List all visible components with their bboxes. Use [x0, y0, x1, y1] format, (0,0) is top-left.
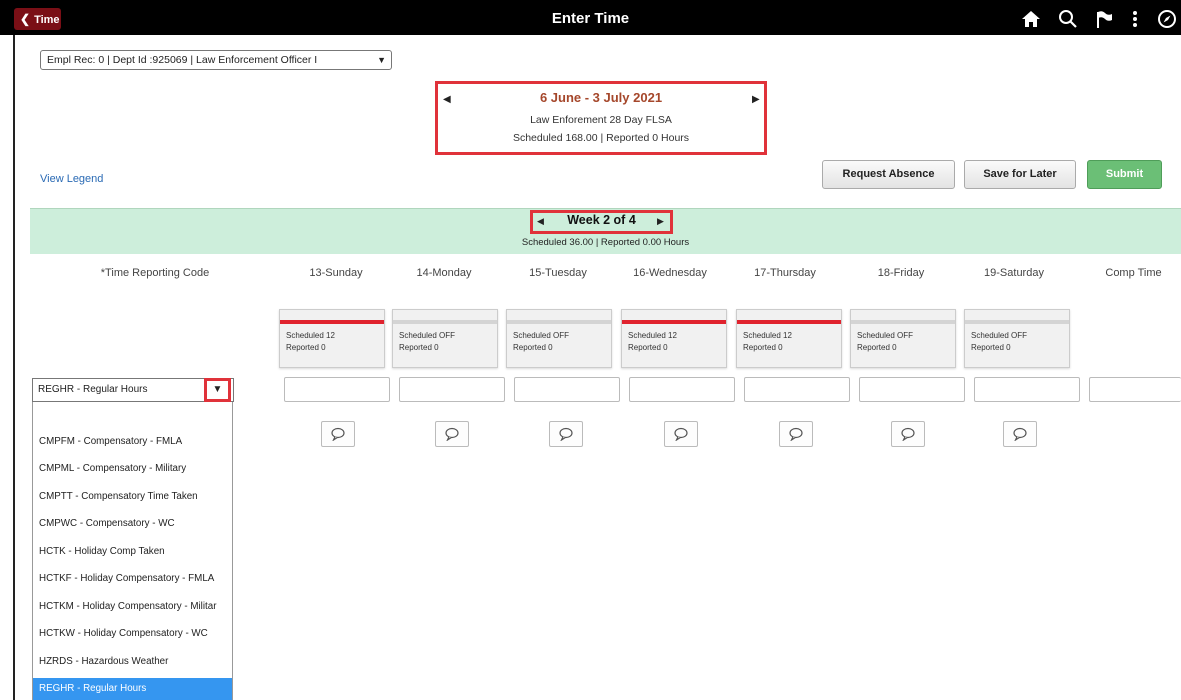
dropdown-option[interactable]: HZRDS - Hazardous Weather: [33, 651, 232, 673]
day-header-tuesday: 15-Tuesday: [529, 267, 587, 279]
dropdown-option[interactable]: HCTK - Holiday Comp Taken: [33, 541, 232, 563]
week-summary: Scheduled 36.00 | Reported 0.00 Hours: [521, 237, 690, 248]
day-header-wednesday: 16-Wednesday: [633, 267, 707, 279]
chevron-left-icon: ❮: [20, 12, 31, 26]
day-header-friday: 18-Friday: [877, 267, 925, 279]
trc-dropdown-button[interactable]: ▼: [204, 378, 231, 402]
reported-text: Reported 0: [399, 343, 439, 352]
reported-text: Reported 0: [971, 343, 1011, 352]
comment-button[interactable]: [664, 421, 698, 447]
dropdown-option[interactable]: CMPFM - Compensatory - FMLA: [33, 431, 232, 453]
comment-icon: [331, 427, 345, 442]
trc-column-header: *Time Reporting Code: [100, 267, 210, 279]
scheduled-text: Scheduled OFF: [513, 331, 570, 340]
scheduled-text: Scheduled 12: [286, 331, 335, 340]
trc-selected-value: REGHR - Regular Hours: [38, 384, 148, 395]
hours-input-friday[interactable]: [859, 377, 965, 402]
hours-input-sunday[interactable]: [284, 377, 390, 402]
schedule-bar: [851, 320, 955, 324]
employment-record-select[interactable]: Empl Rec: 0 | Dept Id :925069 | Law Enfo…: [40, 50, 392, 70]
reported-text: Reported 0: [628, 343, 668, 352]
comment-button[interactable]: [435, 421, 469, 447]
day-card[interactable]: Scheduled OFF Reported 0: [850, 309, 956, 368]
schedule-bar: [622, 320, 726, 324]
schedule-bar: [965, 320, 1069, 324]
comment-icon: [789, 427, 803, 442]
chevron-down-icon: ▼: [212, 384, 223, 395]
schedule-bar: [737, 320, 841, 324]
compass-icon[interactable]: [1156, 8, 1178, 30]
day-header-sunday: 13-Sunday: [309, 267, 363, 279]
scheduled-text: Scheduled OFF: [399, 331, 456, 340]
day-header-saturday: 19-Saturday: [984, 267, 1044, 279]
comment-button[interactable]: [779, 421, 813, 447]
trc-dropdown-list: CMPFM - Compensatory - FMLA CMPML - Comp…: [32, 402, 233, 700]
hours-input-monday[interactable]: [399, 377, 505, 402]
dropdown-option[interactable]: CMPML - Compensatory - Military: [33, 458, 232, 480]
reported-text: Reported 0: [743, 343, 783, 352]
view-legend-link[interactable]: View Legend: [40, 173, 103, 185]
week-label: Week 2 of 4: [567, 213, 636, 227]
search-icon[interactable]: [1057, 8, 1079, 30]
save-for-later-button[interactable]: Save for Later: [964, 160, 1076, 189]
comment-icon: [559, 427, 573, 442]
hours-input-saturday[interactable]: [974, 377, 1080, 402]
reported-text: Reported 0: [513, 343, 553, 352]
more-vertical-icon[interactable]: [1124, 8, 1146, 30]
header-bar: [0, 0, 1181, 35]
schedule-bar: [507, 320, 611, 324]
dropdown-option-selected[interactable]: REGHR - Regular Hours: [33, 678, 232, 700]
comment-icon: [674, 427, 688, 442]
dropdown-option-blank[interactable]: [33, 410, 232, 432]
comment-button[interactable]: [549, 421, 583, 447]
comp-time-header: Comp Time: [1105, 267, 1162, 279]
day-card[interactable]: Scheduled OFF Reported 0: [392, 309, 498, 368]
day-card[interactable]: Scheduled 12 Reported 0: [279, 309, 385, 368]
employment-record-value: Empl Rec: 0 | Dept Id :925069 | Law Enfo…: [47, 54, 318, 66]
period-schedule-name: Law Enforement 28 Day FLSA: [530, 114, 672, 126]
day-header-monday: 14-Monday: [416, 267, 472, 279]
comment-icon: [1013, 427, 1027, 442]
request-absence-button[interactable]: Request Absence: [822, 160, 955, 189]
dropdown-option[interactable]: HCTKF - Holiday Compensatory - FMLA: [33, 568, 232, 590]
period-summary: Scheduled 168.00 | Reported 0 Hours: [512, 132, 690, 144]
comment-icon: [445, 427, 459, 442]
chevron-down-icon: ▼: [377, 55, 386, 65]
scheduled-text: Scheduled OFF: [971, 331, 1028, 340]
comment-button[interactable]: [321, 421, 355, 447]
scheduled-text: Scheduled 12: [628, 331, 677, 340]
hours-input-comp-time[interactable]: [1089, 377, 1181, 402]
comment-icon: [901, 427, 915, 442]
back-button-label: Time: [34, 14, 60, 26]
dropdown-option[interactable]: CMPWC - Compensatory - WC: [33, 513, 232, 535]
flag-icon[interactable]: [1093, 8, 1115, 30]
submit-button[interactable]: Submit: [1087, 160, 1162, 189]
back-button[interactable]: ❮ Time: [14, 8, 61, 30]
period-title: 6 June - 3 July 2021: [539, 90, 663, 105]
scheduled-text: Scheduled 12: [743, 331, 792, 340]
home-icon[interactable]: [1020, 8, 1042, 30]
schedule-bar: [280, 320, 384, 324]
hours-input-wednesday[interactable]: [629, 377, 735, 402]
day-card[interactable]: Scheduled 12 Reported 0: [736, 309, 842, 368]
dropdown-option[interactable]: HCTKM - Holiday Compensatory - Militar: [33, 596, 232, 618]
hours-input-tuesday[interactable]: [514, 377, 620, 402]
day-card[interactable]: Scheduled OFF Reported 0: [964, 309, 1070, 368]
scheduled-text: Scheduled OFF: [857, 331, 914, 340]
day-card[interactable]: Scheduled 12 Reported 0: [621, 309, 727, 368]
schedule-bar: [393, 320, 497, 324]
day-header-thursday: 17-Thursday: [754, 267, 816, 279]
hours-input-thursday[interactable]: [744, 377, 850, 402]
reported-text: Reported 0: [857, 343, 897, 352]
page-left-border: [13, 35, 15, 700]
comment-button[interactable]: [1003, 421, 1037, 447]
reported-text: Reported 0: [286, 343, 326, 352]
dropdown-option[interactable]: HCTKW - Holiday Compensatory - WC: [33, 623, 232, 645]
dropdown-option[interactable]: CMPTT - Compensatory Time Taken: [33, 486, 232, 508]
day-card[interactable]: Scheduled OFF Reported 0: [506, 309, 612, 368]
comment-button[interactable]: [891, 421, 925, 447]
